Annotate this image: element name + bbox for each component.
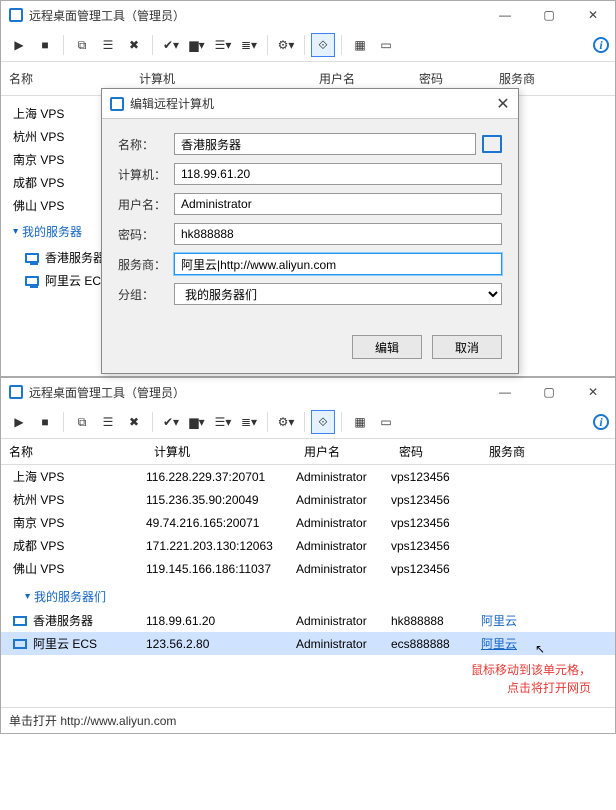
list-icon[interactable]: ☰▾: [211, 410, 235, 434]
monitor-icon: [25, 276, 39, 286]
edit-icon[interactable]: ☰: [96, 410, 120, 434]
table-row[interactable]: 香港服务器 118.99.61.20Administratorhk888888阿…: [1, 609, 615, 632]
label-name: 名称：: [118, 136, 174, 153]
folder-icon[interactable]: ▆▾: [185, 410, 209, 434]
window-title: 远程桌面管理工具（管理员）: [29, 7, 483, 24]
table-row[interactable]: 南京 VPS49.74.216.165:20071Administratorvp…: [1, 511, 615, 534]
group-select[interactable]: 我的服务器们: [174, 283, 502, 305]
user-input[interactable]: [174, 193, 502, 215]
folder-icon[interactable]: ▆▾: [185, 33, 209, 57]
status-bar: 单击打开 http://www.aliyun.com: [1, 707, 615, 733]
password-input[interactable]: [174, 223, 502, 245]
target-icon[interactable]: ⟐: [311, 410, 335, 434]
edit-dialog: 编辑远程计算机 ✕ 名称： 计算机： 用户名： 密码：: [101, 88, 519, 374]
window-title: 远程桌面管理工具（管理员）: [29, 384, 483, 401]
monitor-button[interactable]: [482, 135, 502, 153]
group-header[interactable]: ▸我的服务器们: [1, 580, 615, 609]
settings-icon[interactable]: ⚙▾: [274, 410, 298, 434]
grid-icon[interactable]: ▦: [348, 33, 372, 57]
new-icon[interactable]: ⧉: [70, 410, 94, 434]
new-icon[interactable]: ⧉: [70, 33, 94, 57]
computer-input[interactable]: [174, 163, 502, 185]
name-input[interactable]: [174, 133, 476, 155]
table-row[interactable]: 阿里云 ECS 123.56.2.80Administratorecs88888…: [1, 632, 615, 655]
play-icon[interactable]: ▶: [7, 410, 31, 434]
sort-icon[interactable]: ≣▾: [237, 33, 261, 57]
column-headers: 名称 计算机 用户名 密码 服务商: [1, 439, 615, 465]
monitor-icon: [13, 616, 27, 626]
app-icon: [9, 385, 23, 399]
dialog-title: 编辑远程计算机: [130, 95, 488, 112]
close-button[interactable]: ✕: [571, 1, 615, 29]
app-icon: [110, 97, 124, 111]
windows-icon[interactable]: ▭: [374, 33, 398, 57]
delete-icon[interactable]: ✖: [122, 410, 146, 434]
minimize-button[interactable]: —: [483, 1, 527, 29]
check-icon[interactable]: ✔▾: [159, 410, 183, 434]
label-provider: 服务商：: [118, 256, 174, 273]
play-icon[interactable]: ▶: [7, 33, 31, 57]
edit-icon[interactable]: ☰: [96, 33, 120, 57]
app-icon: [9, 8, 23, 22]
info-icon[interactable]: i: [593, 37, 609, 53]
target-icon[interactable]: ⟐: [311, 33, 335, 57]
windows-icon[interactable]: ▭: [374, 410, 398, 434]
table-row[interactable]: 佛山 VPS119.145.166.186:11037Administrator…: [1, 557, 615, 580]
close-icon[interactable]: ✕: [488, 90, 518, 118]
monitor-icon: [13, 639, 27, 649]
chevron-down-icon: ▸: [22, 594, 33, 599]
annotation: 鼠标移动到该单元格， 点击将打开网页: [1, 655, 615, 707]
edit-button[interactable]: 编辑: [352, 335, 422, 359]
header-user[interactable]: 用户名: [296, 439, 391, 464]
grid-icon[interactable]: ▦: [348, 410, 372, 434]
monitor-icon: [25, 253, 39, 263]
provider-link[interactable]: 阿里云: [481, 635, 615, 652]
label-group: 分组：: [118, 286, 174, 303]
provider-input[interactable]: [174, 253, 502, 275]
label-computer: 计算机：: [118, 166, 174, 183]
sort-icon[interactable]: ≣▾: [237, 410, 261, 434]
chevron-down-icon: ▸: [10, 229, 21, 234]
provider-link[interactable]: 阿里云: [481, 612, 615, 629]
stop-icon[interactable]: ■: [33, 410, 57, 434]
toolbar: ▶ ■ ⧉ ☰ ✖ ✔▾ ▆▾ ☰▾ ≣▾ ⚙▾ ⟐ ▦ ▭ i: [1, 406, 615, 439]
close-button[interactable]: ✕: [571, 378, 615, 406]
maximize-button[interactable]: ▢: [527, 1, 571, 29]
table-row[interactable]: 上海 VPS116.228.229.37:20701Administratorv…: [1, 465, 615, 488]
grid-body: 上海 VPS116.228.229.37:20701Administratorv…: [1, 465, 615, 655]
cancel-button[interactable]: 取消: [432, 335, 502, 359]
titlebar: 远程桌面管理工具（管理员） — ▢ ✕: [1, 378, 615, 406]
minimize-button[interactable]: —: [483, 378, 527, 406]
table-row[interactable]: 杭州 VPS115.236.35.90:20049Administratorvp…: [1, 488, 615, 511]
header-computer[interactable]: 计算机: [146, 439, 296, 464]
stop-icon[interactable]: ■: [33, 33, 57, 57]
settings-icon[interactable]: ⚙▾: [274, 33, 298, 57]
list-icon[interactable]: ☰▾: [211, 33, 235, 57]
maximize-button[interactable]: ▢: [527, 378, 571, 406]
label-pass: 密码：: [118, 226, 174, 243]
label-user: 用户名：: [118, 196, 174, 213]
header-name[interactable]: 名称: [1, 439, 146, 464]
table-row[interactable]: 成都 VPS171.221.203.130:12063Administrator…: [1, 534, 615, 557]
titlebar: 远程桌面管理工具（管理员） — ▢ ✕: [1, 1, 615, 29]
delete-icon[interactable]: ✖: [122, 33, 146, 57]
header-pass[interactable]: 密码: [391, 439, 481, 464]
check-icon[interactable]: ✔▾: [159, 33, 183, 57]
header-provider[interactable]: 服务商: [481, 439, 615, 464]
toolbar: ▶ ■ ⧉ ☰ ✖ ✔▾ ▆▾ ☰▾ ≣▾ ⚙▾ ⟐ ▦ ▭ i: [1, 29, 615, 62]
info-icon[interactable]: i: [593, 414, 609, 430]
